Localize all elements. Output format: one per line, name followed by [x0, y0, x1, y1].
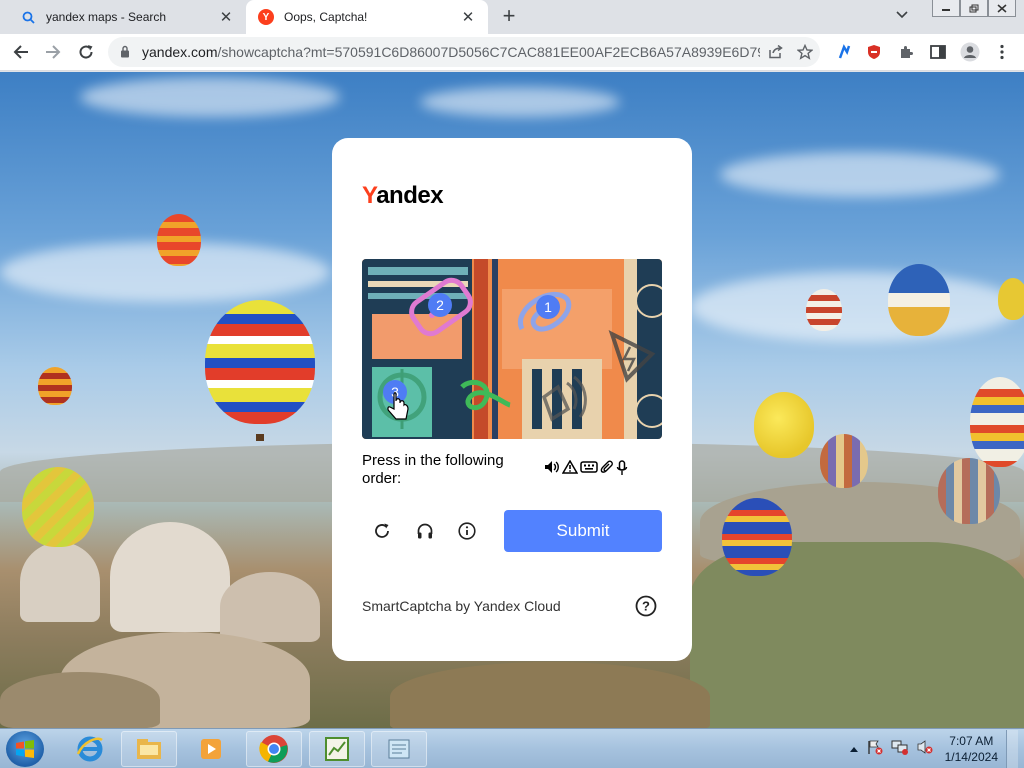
- captcha-card: Yandex 1 2 3 Press in the following orde…: [332, 138, 692, 661]
- cloud: [80, 77, 340, 117]
- order-marker-1[interactable]: 1: [536, 295, 560, 319]
- address-bar[interactable]: yandex.com/showcaptcha?mt=570591C6D86007…: [108, 37, 820, 67]
- rock-formation: [110, 522, 230, 632]
- refresh-icon[interactable]: [370, 519, 394, 543]
- close-tab-icon[interactable]: ✕: [218, 9, 234, 26]
- info-icon[interactable]: [455, 519, 479, 543]
- hot-air-balloon: [970, 377, 1024, 467]
- browser-toolbar: yandex.com/showcaptcha?mt=570591C6D86007…: [0, 34, 1024, 71]
- marker-label: 2: [436, 297, 444, 313]
- hot-air-balloon: [157, 214, 201, 266]
- close-tab-icon[interactable]: ✕: [460, 9, 476, 26]
- url-path: /showcaptcha?mt=570591C6D86007D5056C7CAC…: [217, 44, 760, 60]
- url-text[interactable]: yandex.com/showcaptcha?mt=570591C6D86007…: [142, 44, 760, 60]
- restore-window-button[interactable]: [960, 0, 988, 17]
- action-center-flag-icon[interactable]: [867, 739, 883, 760]
- hot-air-balloon: [722, 498, 792, 576]
- file-explorer-taskbar-icon[interactable]: [121, 731, 177, 767]
- microphone-icon: [616, 460, 628, 480]
- cloud: [720, 152, 1000, 197]
- rock-formation: [0, 672, 160, 728]
- side-panel-icon[interactable]: [926, 40, 950, 64]
- hot-air-balloon: [205, 300, 315, 424]
- back-arrow-icon[interactable]: [9, 40, 33, 64]
- new-tab-button[interactable]: +: [498, 5, 520, 28]
- yandex-logo-rest: andex: [376, 182, 444, 209]
- marker-label: 1: [544, 299, 552, 315]
- tab-oops-captcha[interactable]: Y Oops, Captcha! ✕: [246, 0, 488, 34]
- cloud: [690, 272, 1020, 342]
- media-player-taskbar-icon[interactable]: [183, 731, 239, 767]
- help-label: ?: [642, 599, 650, 614]
- windows-taskbar: 7:07 AM 1/14/2024: [0, 728, 1024, 768]
- bookmark-star-icon[interactable]: [790, 37, 820, 67]
- profile-avatar-icon[interactable]: [958, 40, 982, 64]
- submit-button[interactable]: Submit: [504, 510, 662, 552]
- hot-air-balloon: [38, 367, 72, 405]
- hot-air-balloon: [806, 289, 842, 331]
- start-button[interactable]: [6, 731, 44, 767]
- valley-ground: [390, 662, 710, 728]
- close-window-button[interactable]: [988, 0, 1016, 17]
- captcha-prompt: Press in the following order:: [362, 452, 504, 487]
- internet-explorer-taskbar-icon[interactable]: [62, 731, 118, 767]
- clock-date: 1/14/2024: [944, 750, 998, 764]
- order-marker-2[interactable]: 2: [428, 293, 452, 317]
- show-hidden-icons-arrow-icon[interactable]: [849, 740, 859, 758]
- extension-blue-icon[interactable]: [832, 40, 856, 64]
- clock-time: 7:07 AM: [949, 734, 994, 748]
- hot-air-balloon: [820, 434, 868, 488]
- network-icon[interactable]: [891, 739, 909, 760]
- extensions-puzzle-icon[interactable]: [894, 40, 918, 64]
- rock-formation: [20, 542, 100, 622]
- hot-air-balloon: [888, 264, 950, 336]
- captcha-image[interactable]: 1 2 3: [362, 259, 662, 439]
- search-icon: [20, 9, 36, 25]
- tab-strip: yandex maps - Search ✕ Y Oops, Captcha! …: [0, 0, 1024, 34]
- share-icon[interactable]: [760, 37, 790, 67]
- tab-title: Oops, Captcha!: [284, 10, 368, 24]
- yandex-logo-y: Y: [362, 182, 377, 209]
- chrome-taskbar-icon[interactable]: [246, 731, 302, 767]
- hot-air-balloon: [938, 458, 1000, 524]
- balloon-basket: [256, 434, 264, 441]
- hot-air-balloon: [22, 467, 94, 547]
- speaker-icon: [544, 460, 560, 480]
- shield-icon[interactable]: [862, 40, 886, 64]
- help-icon[interactable]: ?: [635, 595, 657, 617]
- tab-yandex-maps-search[interactable]: yandex maps - Search ✕: [8, 0, 246, 34]
- minimize-window-button[interactable]: [932, 0, 960, 17]
- order-icons: [544, 459, 628, 480]
- keyboard-icon: [580, 460, 598, 480]
- hot-air-balloon: [998, 278, 1024, 320]
- cloud: [420, 87, 620, 117]
- lock-icon[interactable]: [120, 45, 132, 59]
- system-tray: 7:07 AM 1/14/2024: [849, 729, 1018, 768]
- more-menu-icon[interactable]: [990, 40, 1014, 64]
- show-desktop-button[interactable]: [1006, 730, 1018, 768]
- volume-muted-icon[interactable]: [917, 739, 933, 760]
- hot-air-balloon: [754, 392, 814, 458]
- smartcaptcha-footer[interactable]: SmartCaptcha by Yandex Cloud: [362, 598, 561, 614]
- url-host: yandex.com: [142, 44, 218, 60]
- chart-app-taskbar-icon[interactable]: [309, 731, 365, 767]
- rock-formation: [220, 572, 320, 642]
- yandex-logo: Yandex: [362, 182, 444, 210]
- yandex-favicon: Y: [258, 9, 274, 25]
- notepad-taskbar-icon[interactable]: [371, 731, 427, 767]
- headphones-audio-icon[interactable]: [413, 519, 437, 543]
- windows-logo-icon: [16, 740, 34, 758]
- tab-title: yandex maps - Search: [46, 10, 167, 24]
- reload-icon[interactable]: [74, 40, 98, 64]
- page-background: Yandex 1 2 3 Press in the following orde…: [0, 72, 1024, 728]
- clock[interactable]: 7:07 AM 1/14/2024: [945, 733, 998, 765]
- tab-search-chevron-icon[interactable]: [896, 8, 908, 22]
- window-controls: [932, 0, 1016, 17]
- warning-icon: [561, 459, 579, 480]
- forward-arrow-icon[interactable]: [41, 40, 65, 64]
- paperclip-icon: [600, 460, 614, 480]
